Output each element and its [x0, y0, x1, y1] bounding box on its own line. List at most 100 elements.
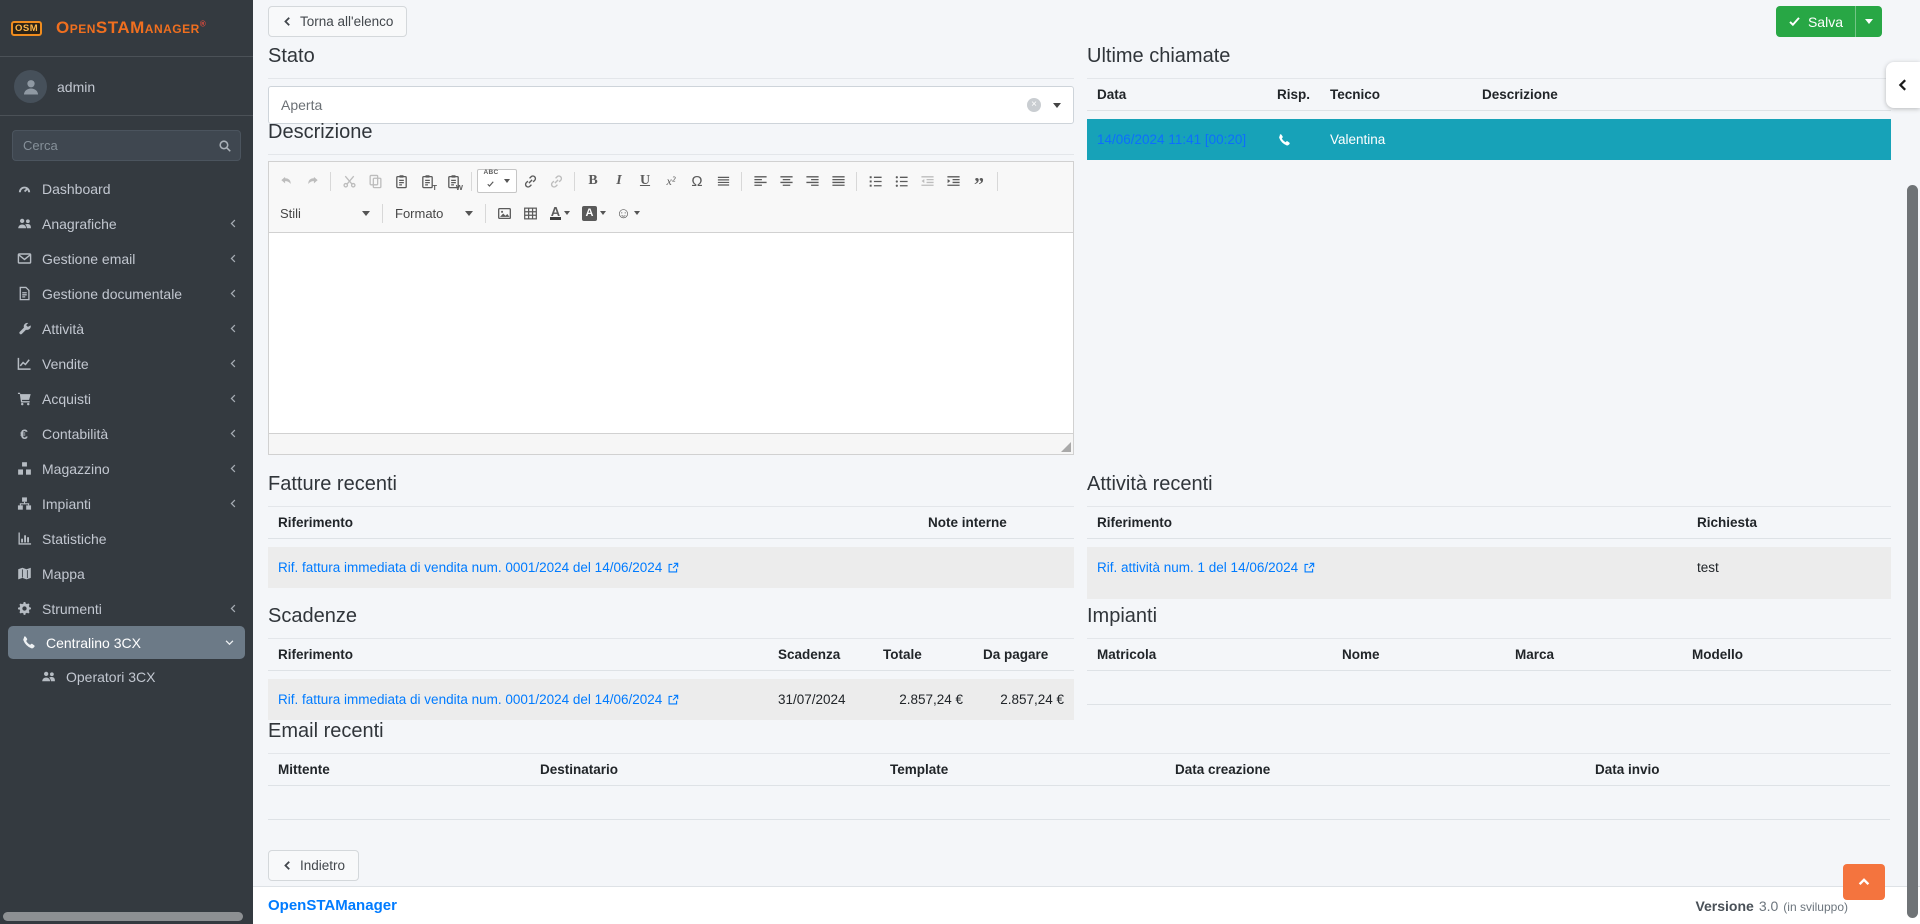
paste-from-word-button[interactable]: W	[440, 169, 466, 193]
fattura-link[interactable]: Rif. fattura immediata di vendita num. 0…	[278, 560, 679, 575]
stato-selected-value: Aperta	[281, 97, 322, 113]
sidebar-item-label: Impianti	[42, 496, 91, 512]
user-panel[interactable]: admin	[0, 57, 253, 116]
ordered-list-button[interactable]	[862, 169, 888, 193]
image-icon	[497, 206, 512, 221]
search-button[interactable]	[209, 130, 241, 161]
redo-button[interactable]	[299, 169, 325, 193]
styles-dropdown[interactable]: Stili	[273, 201, 377, 225]
text-color-button[interactable]: A	[543, 201, 577, 225]
sidebar-menu: Dashboard Anagrafiche Gestione email Ges…	[0, 171, 253, 694]
clear-selection-icon[interactable]: ×	[1027, 98, 1041, 112]
caret-down-icon	[600, 211, 606, 215]
blockquote-button[interactable]: ”	[966, 169, 992, 193]
undo-button[interactable]	[273, 169, 299, 193]
column-header: Risp.	[1267, 79, 1320, 111]
sidebar-item-mappa[interactable]: Mappa	[0, 556, 253, 591]
boxes-icon	[14, 461, 34, 476]
special-char-button[interactable]: Ω	[684, 169, 710, 193]
unlink-button[interactable]	[543, 169, 569, 193]
horizontal-rule-button[interactable]	[710, 169, 736, 193]
underline-button[interactable]: U	[632, 169, 658, 193]
sidebar-item-attivita[interactable]: Attività	[0, 311, 253, 346]
users-icon	[38, 669, 58, 684]
scroll-to-top-button[interactable]	[1843, 864, 1885, 900]
omega-icon: Ω	[691, 173, 702, 190]
insert-table-button[interactable]	[517, 201, 543, 225]
superscript-button[interactable]: x²	[658, 169, 684, 193]
user-name: admin	[57, 79, 95, 95]
align-left-icon	[753, 174, 768, 189]
vertical-scrollbar[interactable]	[1907, 185, 1918, 918]
sidebar-item-impianti[interactable]: Impianti	[0, 486, 253, 521]
outdent-button[interactable]	[914, 169, 940, 193]
format-dropdown[interactable]: Formato	[388, 201, 480, 225]
sidebar-item-acquisti[interactable]: Acquisti	[0, 381, 253, 416]
scadenza-link[interactable]: Rif. fattura immediata di vendita num. 0…	[278, 692, 679, 707]
copy-icon	[368, 174, 383, 189]
align-center-button[interactable]	[773, 169, 799, 193]
ultime-chiamate-heading: Ultime chiamate	[1087, 38, 1891, 79]
column-header: Da pagare	[973, 639, 1074, 671]
version-label: Versione	[1695, 898, 1753, 914]
cut-button[interactable]	[336, 169, 362, 193]
sidebar-search	[12, 130, 241, 161]
sidebar-item-gestione-email[interactable]: Gestione email	[0, 241, 253, 276]
column-header: Totale	[873, 639, 973, 671]
back-to-list-button[interactable]: Torna all'elenco	[268, 6, 407, 37]
sidebar-item-strumenti[interactable]: Strumenti	[0, 591, 253, 626]
editor-content-area[interactable]	[269, 233, 1073, 433]
styles-dropdown-label: Stili	[280, 206, 301, 221]
spellcheck-button[interactable]: ABC	[477, 169, 517, 193]
sidebar-item-anagrafiche[interactable]: Anagrafiche	[0, 206, 253, 241]
paste-button[interactable]	[388, 169, 414, 193]
check-icon	[1788, 15, 1801, 28]
sidebar-item-dashboard[interactable]: Dashboard	[0, 171, 253, 206]
sidebar-item-contabilita[interactable]: € Contabilità	[0, 416, 253, 451]
justify-button[interactable]	[825, 169, 851, 193]
bold-button[interactable]: B	[580, 169, 606, 193]
sidebar-item-statistiche[interactable]: Statistiche	[0, 521, 253, 556]
impianti-heading: Impianti	[1087, 598, 1891, 639]
sidebar-horizontal-scrollbar[interactable]	[3, 912, 243, 921]
sidebar-item-operatori-3cx[interactable]: Operatori 3CX	[0, 659, 253, 694]
chevron-up-icon	[1856, 875, 1872, 889]
caret-down-icon	[362, 211, 370, 216]
copy-button[interactable]	[362, 169, 388, 193]
indent-icon	[946, 174, 961, 189]
chevron-left-icon	[282, 860, 293, 871]
bold-icon: B	[588, 173, 597, 189]
indietro-button[interactable]: Indietro	[268, 850, 359, 881]
smiley-button[interactable]: ☺	[611, 201, 645, 225]
phone-icon	[18, 635, 38, 650]
indent-button[interactable]	[940, 169, 966, 193]
link-button[interactable]	[517, 169, 543, 193]
external-link-icon	[667, 694, 679, 706]
align-left-button[interactable]	[747, 169, 773, 193]
paste-as-text-button[interactable]: T	[414, 169, 440, 193]
search-input[interactable]	[12, 130, 209, 161]
impianti-table: Matricola Nome Marca Modello	[1087, 639, 1891, 671]
footer-brand-link[interactable]: OpenSTAManager	[268, 897, 397, 914]
bullet-list-button[interactable]	[888, 169, 914, 193]
save-button[interactable]: Salva	[1776, 14, 1855, 30]
sidebar-item-gestione-documentale[interactable]: Gestione documentale	[0, 276, 253, 311]
align-right-button[interactable]	[799, 169, 825, 193]
outdent-icon	[920, 174, 935, 189]
insert-image-button[interactable]	[491, 201, 517, 225]
column-header: Riferimento	[268, 639, 768, 671]
format-dropdown-label: Formato	[395, 206, 443, 221]
sidebar-item-centralino-3cx[interactable]: Centralino 3CX	[8, 626, 245, 659]
attivita-link[interactable]: Rif. attività num. 1 del 14/06/2024	[1097, 560, 1315, 575]
background-color-button[interactable]: A	[577, 201, 611, 225]
resize-handle[interactable]	[1061, 442, 1071, 452]
brand-logo[interactable]: OSM OpenSTAManager®	[0, 0, 253, 57]
column-header: Matricola	[1087, 639, 1332, 671]
panel-collapse-button[interactable]	[1886, 62, 1920, 108]
column-header: Data invio	[1585, 754, 1890, 786]
save-dropdown-toggle[interactable]	[1855, 6, 1882, 37]
sidebar-item-magazzino[interactable]: Magazzino	[0, 451, 253, 486]
italic-button[interactable]: I	[606, 169, 632, 193]
call-date-link[interactable]: 14/06/2024 11:41 [00:20]	[1097, 132, 1246, 147]
sidebar-item-vendite[interactable]: Vendite	[0, 346, 253, 381]
